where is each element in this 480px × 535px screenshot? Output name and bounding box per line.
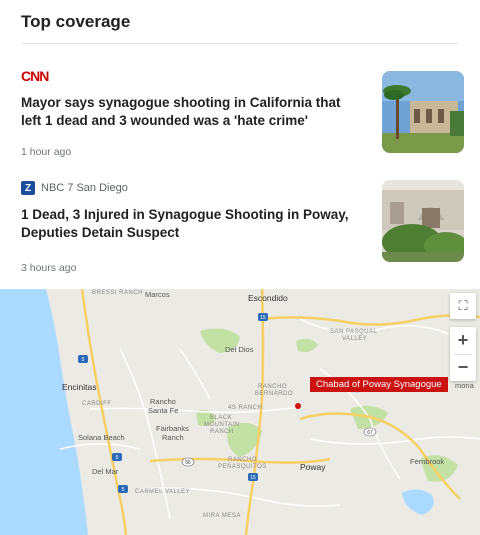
map-label: Poway <box>300 462 326 472</box>
map-label: Encinitas <box>62 382 97 392</box>
map-label: SAN PASQUAL <box>330 329 378 335</box>
map-label: PEÑASQUITOS <box>218 464 267 470</box>
map-label: Ranch <box>162 433 184 442</box>
zoom-in-button[interactable]: + <box>458 328 469 354</box>
map-label: Solana Beach <box>78 433 125 442</box>
source-row: CNN <box>21 68 361 84</box>
news-article-2[interactable]: Z NBC 7 San Diego 1 Dead, 3 Injured in S… <box>21 180 361 274</box>
synagogue-building-image <box>382 180 464 262</box>
fullscreen-icon[interactable]: ⛶ <box>450 293 476 319</box>
svg-text:5: 5 <box>116 455 119 461</box>
map-label: Del Mar <box>92 467 119 476</box>
route-shield: 5 <box>112 453 122 461</box>
article-thumbnail-1[interactable] <box>382 71 464 153</box>
map-label: BRESSI RANCH <box>92 290 144 296</box>
synagogue-palm-image <box>382 71 464 153</box>
map-label: RANCH <box>210 429 234 435</box>
map-label: BLACK <box>210 415 233 421</box>
article-timestamp: 1 hour ago <box>21 146 72 158</box>
map-label: RANCHO <box>228 457 258 463</box>
svg-text:56: 56 <box>185 460 191 466</box>
route-shield: 67 <box>363 427 377 437</box>
source-row: Z NBC 7 San Diego <box>21 180 361 196</box>
zoom-out-button[interactable]: − <box>458 355 469 381</box>
svg-text:15: 15 <box>260 315 266 321</box>
map-label: Rancho <box>150 397 176 406</box>
map-label: MIRA MESA <box>203 513 241 519</box>
map-label: 4S RANCH <box>228 405 263 411</box>
route-shield: 5 <box>78 355 88 363</box>
route-shield: 15 <box>258 313 268 321</box>
map-label: CARMEL VALLEY <box>135 489 191 495</box>
map-label: CARDIFF <box>82 401 112 407</box>
map-canvas: 15 5 5 5 56 15 67 <box>0 289 480 535</box>
map-label: BERNARDO <box>255 391 294 397</box>
route-shield: 56 <box>181 457 195 467</box>
map-label: Fernbrook <box>410 457 445 466</box>
map-label: Del Dios <box>225 345 254 354</box>
article-thumbnail-2[interactable] <box>382 180 464 262</box>
map-label: mona <box>455 381 474 390</box>
map-label: MOUNTAIN <box>204 422 240 428</box>
article-timestamp: 3 hours ago <box>21 262 77 274</box>
svg-text:67: 67 <box>367 430 373 436</box>
zoom-controls: + − <box>450 327 476 381</box>
location-callout[interactable]: Chabad of Poway Synagogue <box>310 377 448 392</box>
map-label: RANCHO <box>258 384 288 390</box>
route-shield: 5 <box>118 485 128 493</box>
location-pin[interactable] <box>295 403 301 409</box>
svg-text:5: 5 <box>82 357 85 363</box>
section-divider <box>21 43 459 44</box>
map-label: Santa Fe <box>148 406 179 415</box>
svg-text:15: 15 <box>250 475 256 481</box>
nbc7-logo-icon: Z <box>21 181 35 195</box>
source-name: NBC 7 San Diego <box>41 182 128 194</box>
svg-text:5: 5 <box>122 487 125 493</box>
section-title: Top coverage <box>21 12 131 31</box>
article-headline[interactable]: Mayor says synagogue shooting in Califor… <box>21 94 361 130</box>
news-article-1[interactable]: CNN Mayor says synagogue shooting in Cal… <box>21 68 361 158</box>
route-shield: 15 <box>248 473 258 481</box>
article-headline[interactable]: 1 Dead, 3 Injured in Synagogue Shooting … <box>21 206 361 242</box>
map-view[interactable]: 15 5 5 5 56 15 67 BRESSI RANCH Marcos Es… <box>0 289 480 535</box>
map-label: Escondido <box>248 293 288 303</box>
map-label: Marcos <box>145 290 170 299</box>
map-label: Fairbanks <box>156 424 189 433</box>
cnn-logo: CNN <box>21 68 49 84</box>
map-label: VALLEY <box>342 336 368 342</box>
